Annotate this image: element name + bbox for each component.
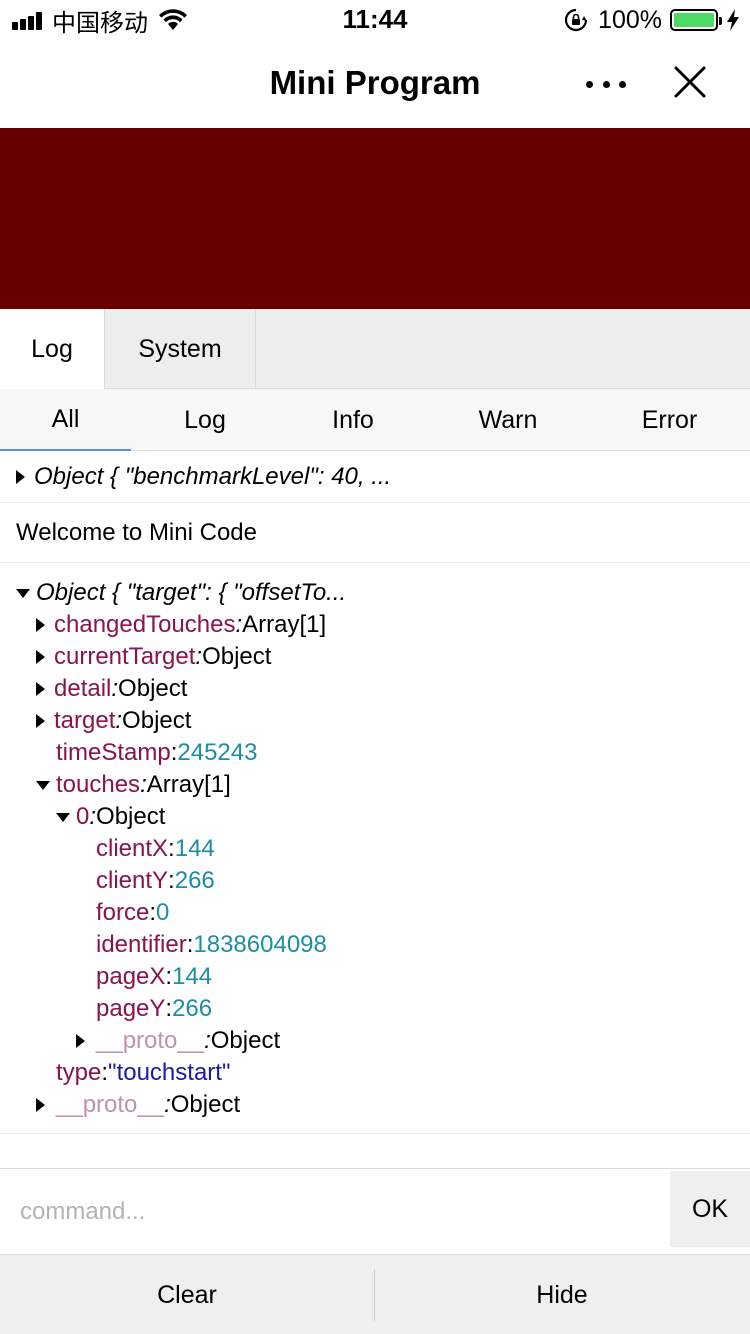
clear-button[interactable]: Clear (0, 1255, 374, 1334)
dot-icon (619, 80, 626, 88)
expand-arrow-icon[interactable] (36, 618, 45, 632)
log-message: Welcome to Mini Code (16, 518, 257, 546)
tree-node[interactable]: changedTouches: Array[1] (16, 609, 750, 641)
page-title: Mini Program (269, 64, 481, 101)
tree-leaf: pageY: 266 (96, 995, 213, 1022)
tree-leaf: clientX: 144 (96, 835, 215, 862)
tree-node[interactable]: 0: Object (16, 801, 750, 833)
filter-tab-info[interactable]: Info (279, 389, 427, 451)
tree-leaf: clientY: 266 (96, 867, 215, 894)
expand-arrow-icon[interactable] (36, 650, 45, 664)
filter-tab-error[interactable]: Error (589, 389, 750, 451)
tree-leaf: pageX: 144 (96, 963, 213, 990)
expand-arrow-icon[interactable] (76, 1034, 85, 1048)
tab-log[interactable]: Log (0, 309, 105, 390)
collapse-arrow-icon[interactable] (56, 812, 70, 822)
dot-icon (586, 80, 593, 88)
log-list: Object { "benchmarkLevel": 40, ... Welco… (0, 451, 750, 1134)
collapse-arrow-icon[interactable] (16, 588, 30, 598)
command-bar: OK (0, 1168, 750, 1255)
console-footer: Clear Hide (0, 1254, 750, 1334)
log-item-object-tree: Object { "target": { "offsetTo... change… (0, 563, 750, 1134)
tab-system[interactable]: System (105, 309, 256, 389)
battery-icon (670, 9, 722, 31)
rotation-lock-icon (564, 8, 588, 32)
expand-arrow-icon[interactable] (16, 469, 25, 484)
battery-percentage: 100% (598, 5, 662, 34)
filter-tab-warn[interactable]: Warn (427, 389, 589, 451)
tree-leaf: type: "touchstart" (56, 1059, 231, 1086)
collapse-arrow-icon[interactable] (36, 780, 50, 790)
console-panel: Log System All Log Info Warn Error Objec… (0, 309, 750, 1334)
tree-node[interactable]: detail: Object (16, 673, 750, 705)
content-banner (0, 128, 750, 309)
status-right: 100% (564, 6, 740, 34)
expand-arrow-icon[interactable] (36, 1098, 45, 1112)
tree-node[interactable]: __proto__: Object (16, 1025, 750, 1057)
tree-node[interactable]: touches: Array[1] (16, 769, 750, 801)
nav-bar: Mini Program (0, 40, 750, 128)
console-main-tabs: Log System (0, 309, 750, 390)
close-icon[interactable] (668, 60, 712, 104)
tree-node[interactable]: target: Object (16, 705, 750, 737)
command-input[interactable] (0, 1169, 670, 1255)
expand-arrow-icon[interactable] (36, 682, 45, 696)
tree-node[interactable]: currentTarget: Object (16, 641, 750, 673)
dot-icon (602, 80, 610, 88)
filter-tab-log[interactable]: Log (131, 389, 279, 451)
expand-arrow-icon[interactable] (36, 714, 45, 728)
tree-node[interactable]: __proto__: Object (16, 1089, 750, 1121)
log-item-object[interactable]: Object { "benchmarkLevel": 40, ... (0, 451, 750, 503)
log-filter-tabs: All Log Info Warn Error (0, 389, 750, 451)
filter-tab-all[interactable]: All (0, 389, 131, 451)
log-object-summary: Object { "benchmarkLevel": 40, ... (34, 462, 392, 490)
hide-button[interactable]: Hide (375, 1255, 749, 1334)
tree-root[interactable]: Object { "target": { "offsetTo... (16, 577, 750, 609)
tree-leaf: timeStamp: 245243 (56, 739, 258, 766)
status-bar: 中国移动 11:44 100% (0, 0, 750, 40)
battery-fill (674, 13, 714, 27)
log-item-text: Welcome to Mini Code (0, 503, 750, 563)
tree-leaf: identifier: 1838604098 (96, 931, 327, 958)
more-options-button[interactable] (580, 64, 632, 104)
tree-leaf: force: 0 (96, 899, 170, 926)
charging-bolt-icon (727, 9, 739, 31)
ok-button[interactable]: OK (670, 1171, 750, 1247)
